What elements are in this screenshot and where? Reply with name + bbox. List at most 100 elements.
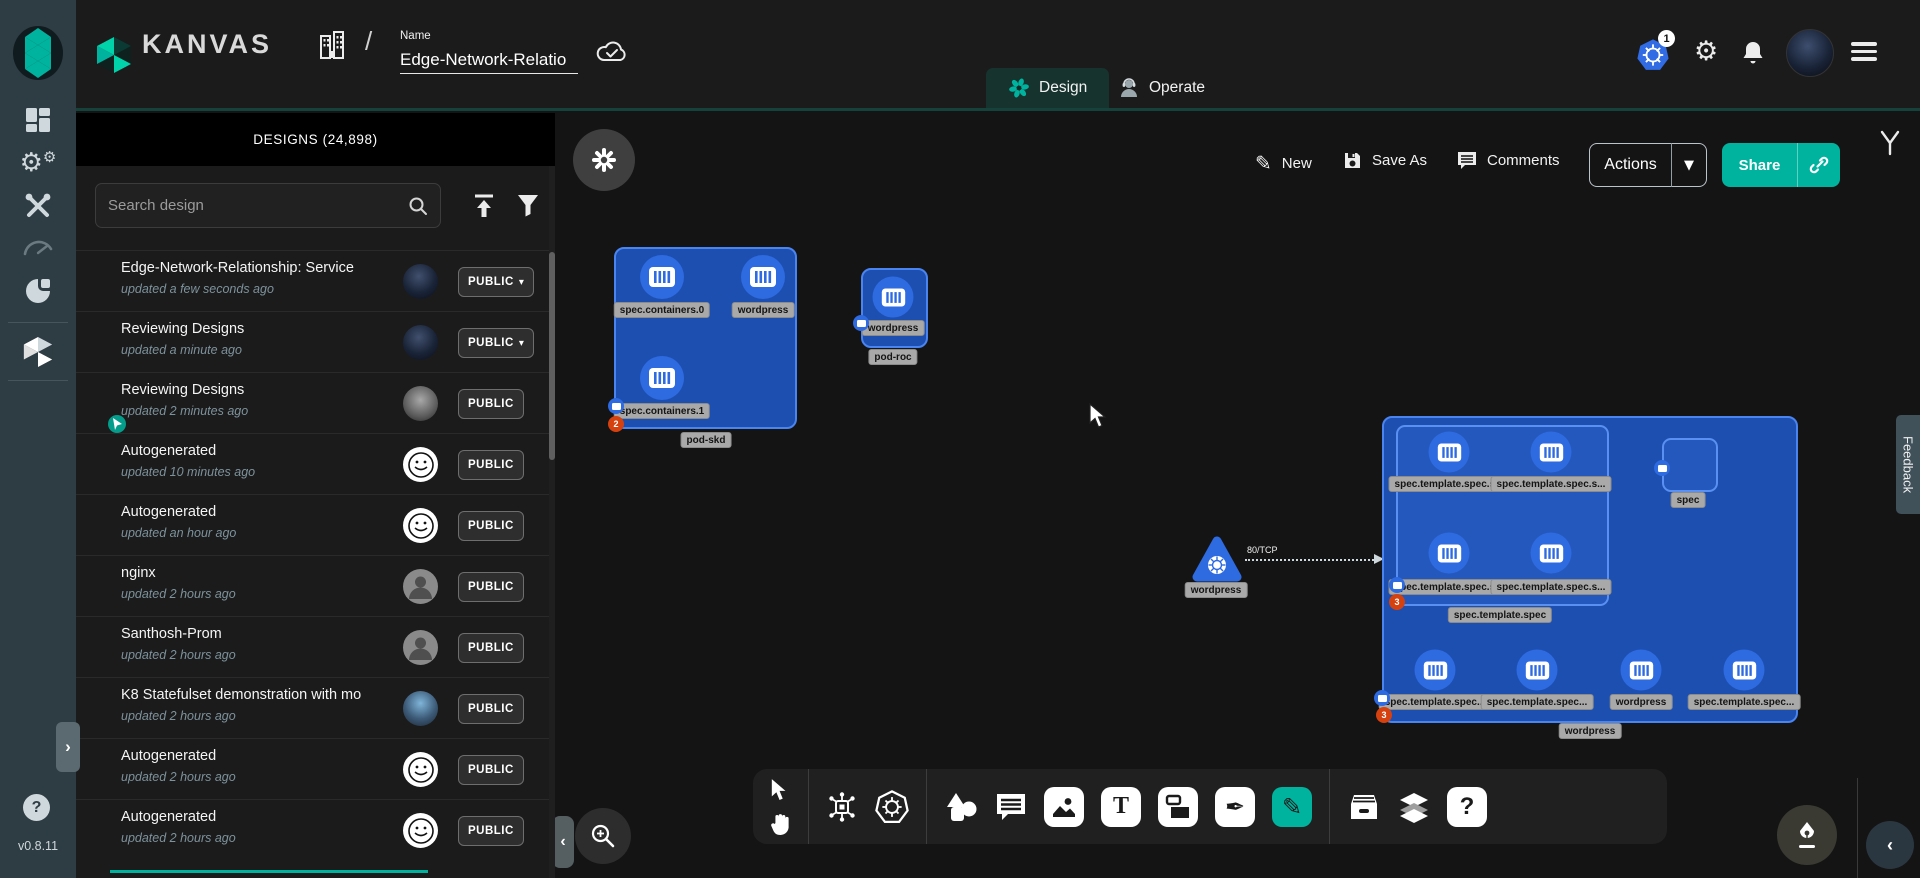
help-button[interactable]: ? [23,794,50,821]
pen-tool[interactable]: ✒ [1215,787,1255,827]
dashboard-icon[interactable] [25,107,51,133]
node-container[interactable] [873,277,914,318]
actions-caret-icon[interactable]: ▼ [1672,158,1706,173]
design-updated: updated 2 hours ago [121,831,236,845]
collapse-panel-chevron[interactable]: ‹ [552,816,574,868]
settings-gear-icon[interactable]: ⚙ [1694,36,1718,67]
node-container[interactable] [1531,432,1572,473]
visibility-badge[interactable]: PUBLIC [458,511,524,541]
design-name-input[interactable] [400,50,578,74]
save-as-label: Save As [1372,152,1427,169]
visibility-badge[interactable]: PUBLIC [458,633,524,663]
note-tool[interactable] [1158,787,1198,827]
node-container[interactable] [1429,432,1470,473]
pod-error-badge[interactable]: 3 [1389,594,1405,610]
text-tool[interactable]: T [1101,787,1141,827]
lifecycle-gears-icon[interactable]: ⚙⚙ [20,148,57,178]
feedback-tab[interactable]: Feedback [1896,415,1920,514]
pod-label: pod-roc [868,349,917,365]
comment-tool[interactable] [995,792,1027,822]
component-drawer-tool[interactable] [1347,792,1381,822]
node-container[interactable] [1724,650,1765,691]
performance-icon[interactable] [23,236,53,256]
visibility-badge[interactable]: PUBLIC [458,694,524,724]
container-label: spec.containers.0 [614,302,710,318]
node-service-wordpress[interactable] [1191,535,1243,583]
organization-icon[interactable] [318,30,346,60]
design-list-item[interactable]: nginx updated 2 hours ago PUBLIC [76,555,549,616]
design-list-item[interactable]: Edge-Network-Relationship: Service updat… [76,250,549,311]
node-container[interactable] [1621,650,1662,691]
node-spec[interactable] [1662,438,1718,492]
toolkit-icon[interactable] [24,192,52,220]
actions-dropdown-button[interactable]: Actions ▼ [1589,143,1707,187]
visibility-badge[interactable]: PUBLIC [458,450,524,480]
spec-label: spec [1671,492,1706,508]
node-container[interactable] [1531,533,1572,574]
notifications-bell-icon[interactable] [1742,40,1764,66]
deployment-error-badge[interactable]: 3 [1376,707,1392,723]
comments-button[interactable]: Comments [1457,151,1560,170]
owner-avatar [403,691,438,726]
pen-mode-button[interactable] [1777,805,1837,865]
tab-operate[interactable]: Operate [1096,68,1227,108]
design-list-item[interactable]: Reviewing Designs updated 2 minutes ago … [76,372,549,433]
import-design-icon[interactable] [472,193,496,219]
tab-design[interactable]: Design [986,68,1109,108]
node-container[interactable] [1429,533,1470,574]
owner-avatar [403,630,438,665]
visibility-label: PUBLIC [468,764,514,776]
zoom-button[interactable] [575,808,631,864]
design-list-item[interactable]: K8 Statefulset demonstration with mo upd… [76,677,549,738]
list-scrollbar-thumb[interactable] [549,252,555,460]
new-design-button[interactable]: ✎ New [1255,151,1312,175]
design-updated: updated 2 minutes ago [121,404,248,418]
copy-link-icon[interactable] [1809,155,1829,175]
kubernetes-tool[interactable] [875,790,909,824]
freehand-draw-tool-active[interactable]: ✎ [1272,787,1312,827]
layers-tool[interactable] [1398,791,1430,823]
pod-label: pod-skd [681,432,732,448]
design-canvas[interactable]: ✎ New Save As Comments Actions ▼ Share [555,113,1920,878]
design-list-item[interactable]: Autogenerated updated 2 hours ago PUBLIC [76,799,549,860]
filter-funnel-icon[interactable] [517,193,539,217]
service-deployment-edge[interactable] [1245,559,1378,561]
node-container[interactable] [1517,650,1558,691]
node-container[interactable] [741,255,785,299]
design-list-item[interactable]: Autogenerated updated 10 minutes ago PUB… [76,433,549,494]
design-list-item[interactable]: Reviewing Designs updated a minute ago P… [76,311,549,372]
node-container[interactable] [640,356,684,400]
y-branch-icon[interactable] [1879,130,1901,156]
design-list-item[interactable]: Autogenerated updated 2 hours ago PUBLIC [76,738,549,799]
kanvas-rail-icon[interactable] [23,336,53,368]
extensions-icon[interactable] [24,277,52,305]
visibility-badge[interactable]: PUBLIC [458,755,524,785]
design-search-input[interactable] [108,197,408,214]
meshery-canvas-button[interactable] [573,129,635,191]
help-tool[interactable]: ? [1447,787,1487,827]
user-avatar[interactable] [1786,29,1834,77]
meshery-logo-icon[interactable] [11,25,65,81]
pod-error-badge[interactable]: 2 [608,416,624,432]
mesh-component-tool[interactable] [826,791,858,823]
expand-rail-chevron[interactable]: › [56,722,80,772]
design-list-item[interactable]: Autogenerated updated an hour ago PUBLIC [76,494,549,555]
designs-panel-titlebar: DESIGNS (24,898) [76,113,555,166]
visibility-select[interactable]: PUBLIC▾ [458,328,534,358]
node-container[interactable] [640,255,684,299]
select-cursor-tool[interactable] [770,778,790,802]
collapse-right-chevron[interactable]: ‹ [1866,821,1914,869]
image-tool[interactable] [1044,787,1084,827]
menu-hamburger-icon[interactable] [1851,38,1877,65]
save-as-button[interactable]: Save As [1343,151,1427,170]
share-button[interactable]: Share [1722,143,1840,187]
node-container[interactable] [1415,650,1456,691]
shapes-tool[interactable] [944,791,978,823]
visibility-badge[interactable]: PUBLIC [458,389,524,419]
pan-hand-tool[interactable] [769,812,791,836]
visibility-badge[interactable]: PUBLIC [458,816,524,846]
design-list-item[interactable]: Santhosh-Prom updated 2 hours ago PUBLIC [76,616,549,677]
visibility-badge[interactable]: PUBLIC [458,572,524,602]
visibility-select[interactable]: PUBLIC▾ [458,267,534,297]
design-search-box[interactable] [95,183,441,228]
